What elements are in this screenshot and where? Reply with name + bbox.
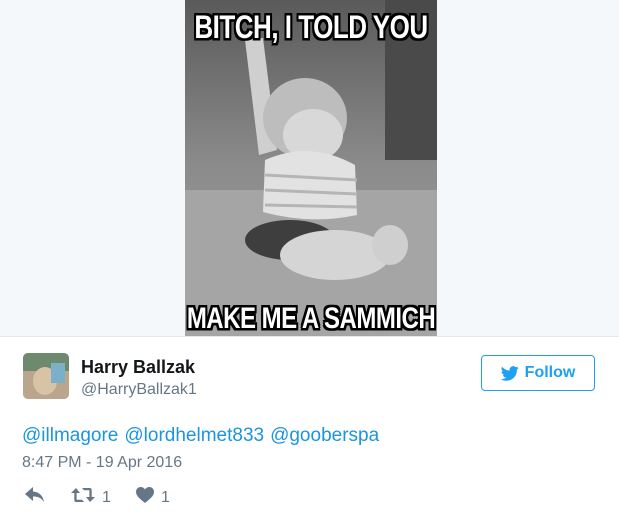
tweet-media-area: BITCH, I TOLD YOU MAKE ME A SAMMICH xyxy=(0,0,619,336)
tweet-text: @illmagore @lordhelmet833 @gooberspa xyxy=(22,425,385,447)
follow-button-label: Follow xyxy=(524,364,576,381)
like-count: 1 xyxy=(161,488,170,506)
reply-button[interactable] xyxy=(25,487,45,508)
meme-top-caption: BITCH, I TOLD YOU xyxy=(194,8,428,46)
reply-icon xyxy=(25,487,45,508)
mention-link[interactable]: @gooberspa xyxy=(270,425,379,446)
user-display-name[interactable]: Harry Ballzak xyxy=(81,357,195,378)
avatar[interactable] xyxy=(23,353,69,399)
mention-link[interactable]: @lordhelmet833 xyxy=(124,425,264,446)
meme-image[interactable]: BITCH, I TOLD YOU MAKE ME A SAMMICH xyxy=(185,0,437,336)
retweet-count: 1 xyxy=(102,488,111,506)
heart-icon xyxy=(136,487,154,508)
retweet-button[interactable]: 1 xyxy=(71,487,111,508)
avatar-image xyxy=(23,353,69,399)
mention-link[interactable]: @illmagore xyxy=(22,425,118,446)
retweet-icon xyxy=(71,487,95,508)
meme-photo xyxy=(185,0,437,336)
twitter-bird-icon xyxy=(500,365,519,381)
tweet-timestamp[interactable]: 8:47 PM - 19 Apr 2016 xyxy=(22,454,182,472)
follow-button[interactable]: Follow xyxy=(481,355,595,391)
media-divider xyxy=(0,336,619,337)
meme-bottom-caption: MAKE ME A SAMMICH xyxy=(186,301,436,336)
like-button[interactable]: 1 xyxy=(136,487,170,508)
user-handle[interactable]: @HarryBallzak1 xyxy=(81,381,197,399)
